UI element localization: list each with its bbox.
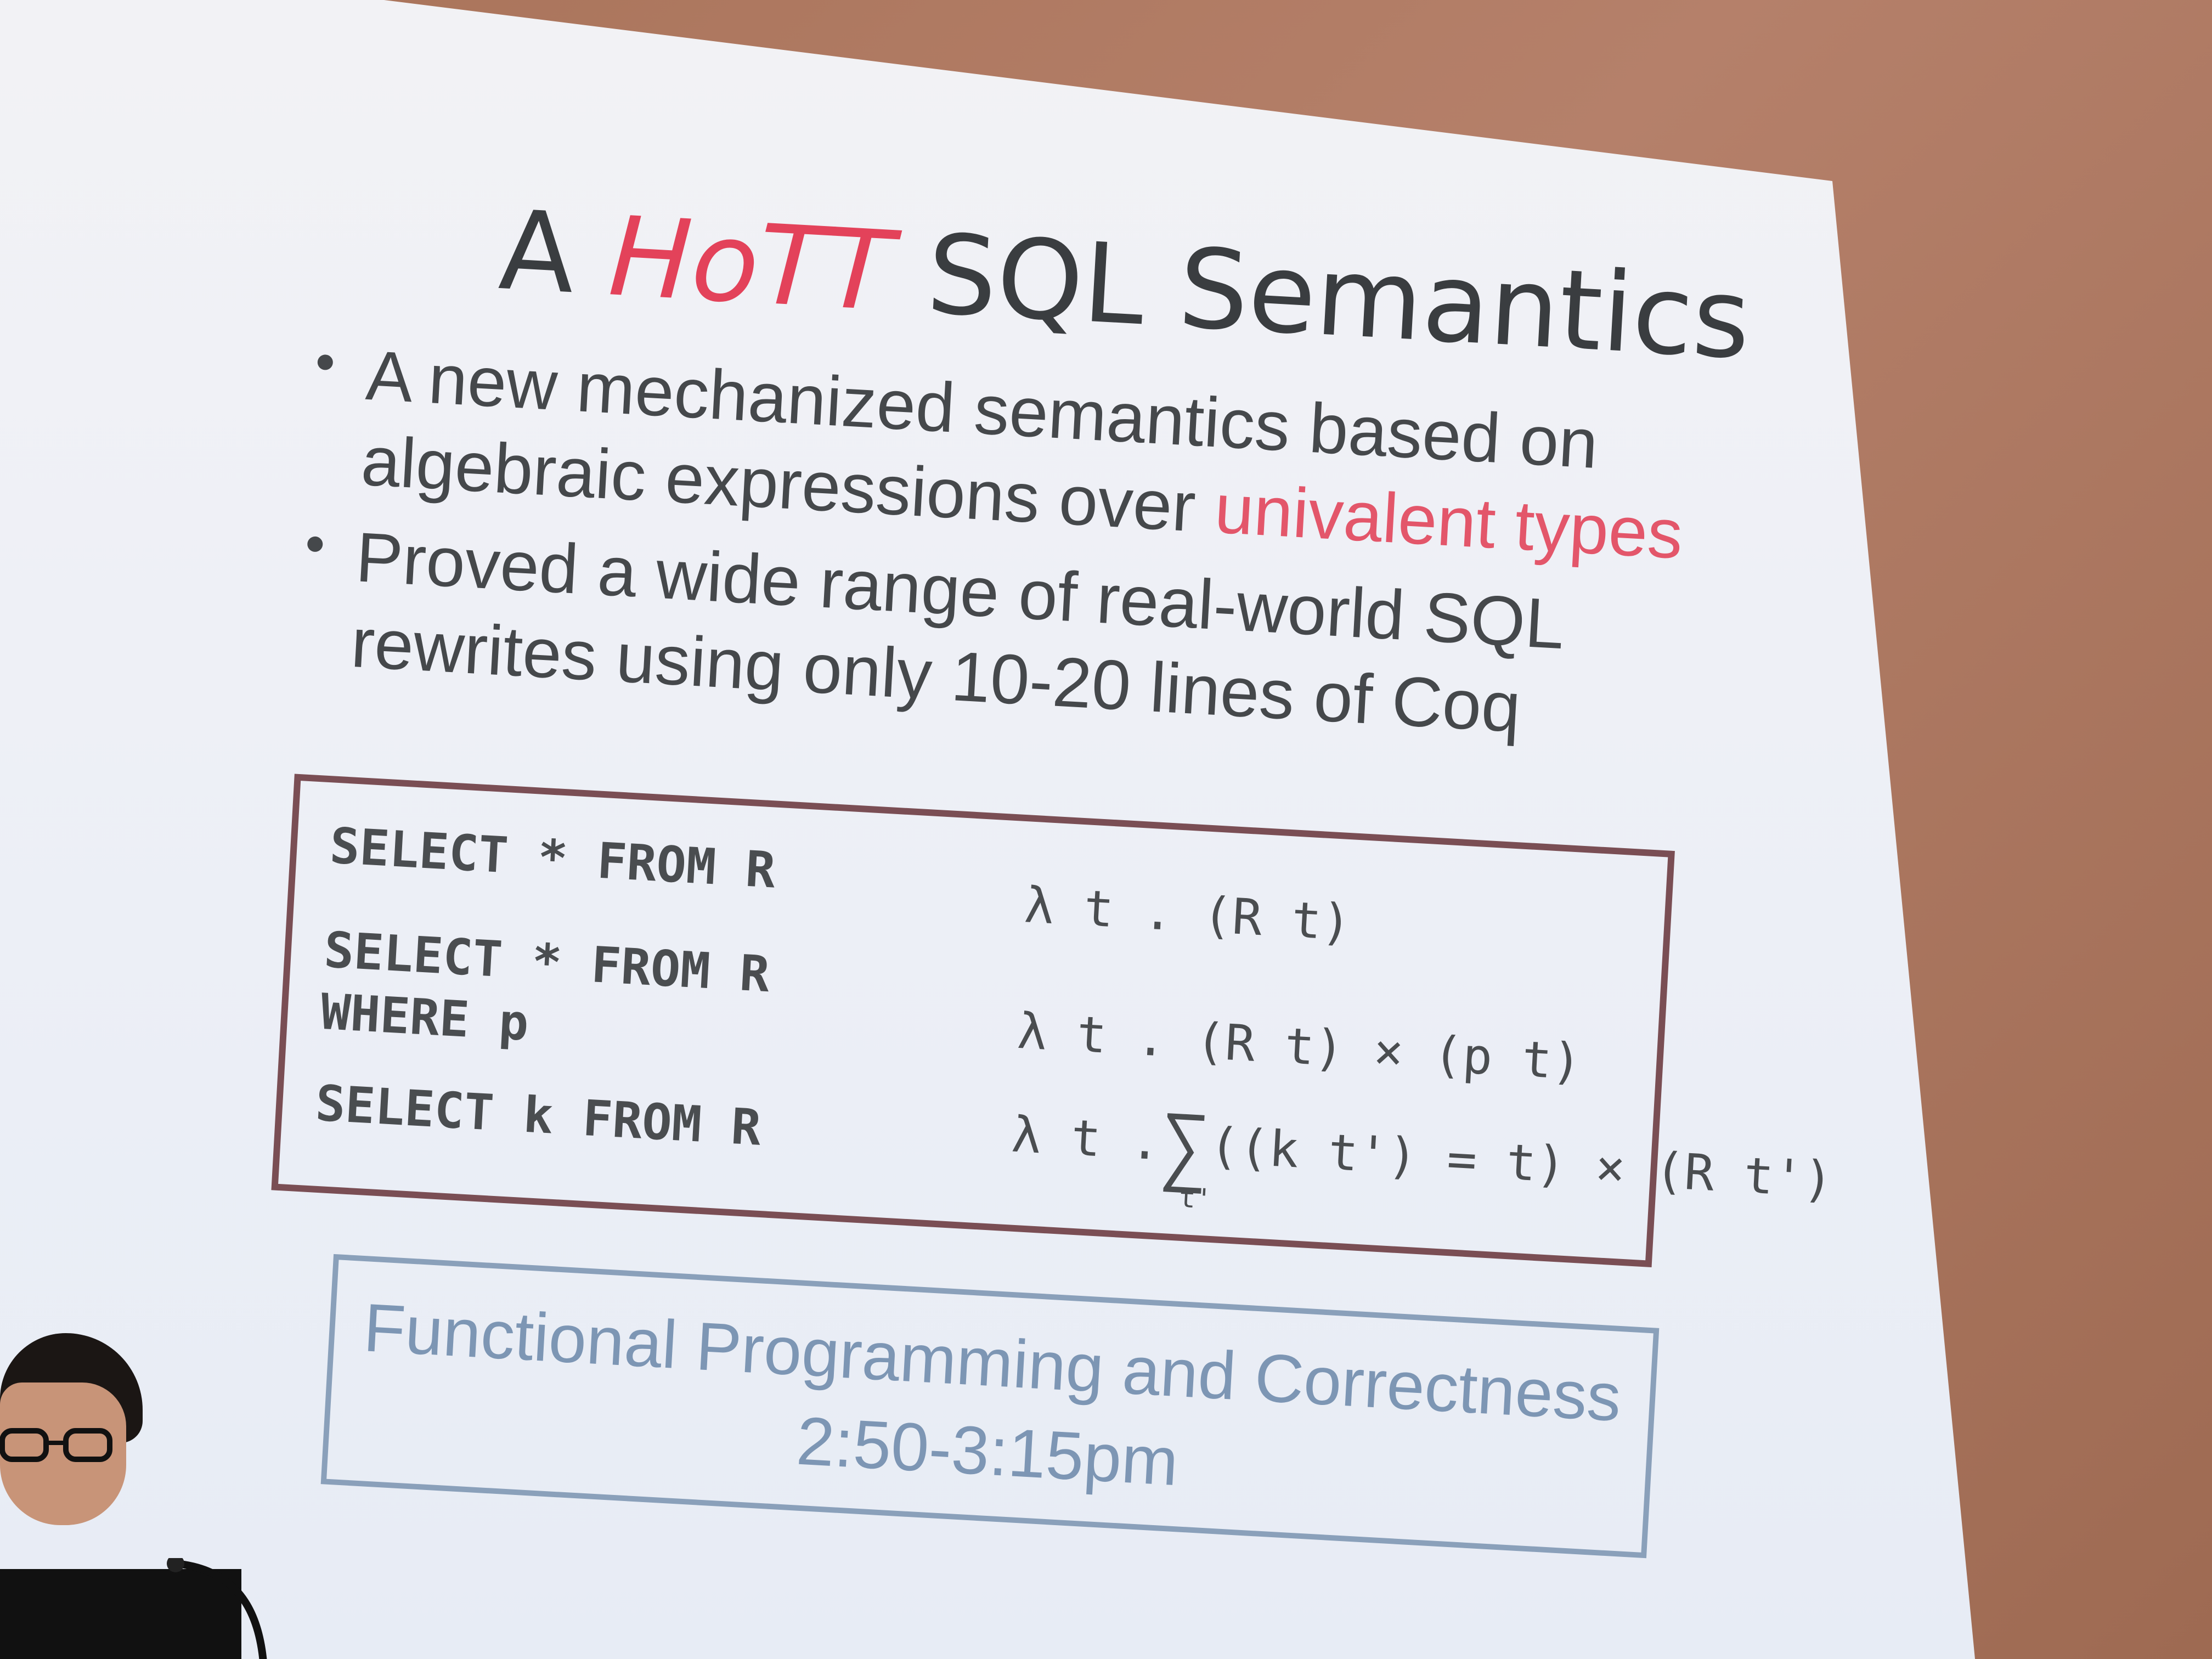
bullet-dot-icon <box>307 536 324 552</box>
presenter <box>0 1333 148 1575</box>
lambda-expression: λ t . (R t) × (p t) <box>1015 1002 1583 1092</box>
title-accent: HoTT <box>606 193 896 336</box>
title-prefix: A <box>496 187 613 320</box>
title-suffix: SQL Semantics <box>889 208 1754 385</box>
sql-query: SELECT k FROM R <box>314 1074 763 1157</box>
bullet-list: A new mechanized semantics based on alge… <box>299 330 1743 774</box>
lambda-expression: λ t .∑ t' ((k t') = t) × (R t') <box>1009 1090 1836 1231</box>
sigma-subscript: t' <box>1178 1181 1213 1215</box>
session-info-box: Functional Programming and Correctness 2… <box>320 1254 1660 1559</box>
summation-icon: ∑ t' <box>1158 1098 1213 1215</box>
semantics-row: SELECT k FROM R λ t .∑ t' ((k t') = t) × (… <box>314 1073 1834 1215</box>
semantics-row: SELECT * FROM R λ t . (R t) <box>329 815 1646 952</box>
lambda-prefix: λ t . <box>1010 1105 1162 1172</box>
bullet-highlight: univalent types <box>1212 469 1685 574</box>
lambda-body: ((k t') = t) × (R t') <box>1207 1116 1835 1209</box>
sql-query: SELECT * FROM R WHERE p <box>319 921 771 1052</box>
glasses-icon <box>0 1428 112 1462</box>
sql-semantics-table: SELECT * FROM R λ t . (R t) SELECT * FRO… <box>271 774 1835 1267</box>
microphone-icon <box>167 1558 267 1659</box>
lambda-expression: λ t . (R t) <box>1023 876 1353 952</box>
slide-content: A HoTT SQL Semantics A new mechanized se… <box>224 154 1835 1659</box>
semantics-row: SELECT * FROM R WHERE p λ t . (R t) × (p… <box>319 919 1640 1091</box>
sql-query: SELECT * FROM R <box>328 817 777 900</box>
bullet-dot-icon <box>317 354 334 371</box>
